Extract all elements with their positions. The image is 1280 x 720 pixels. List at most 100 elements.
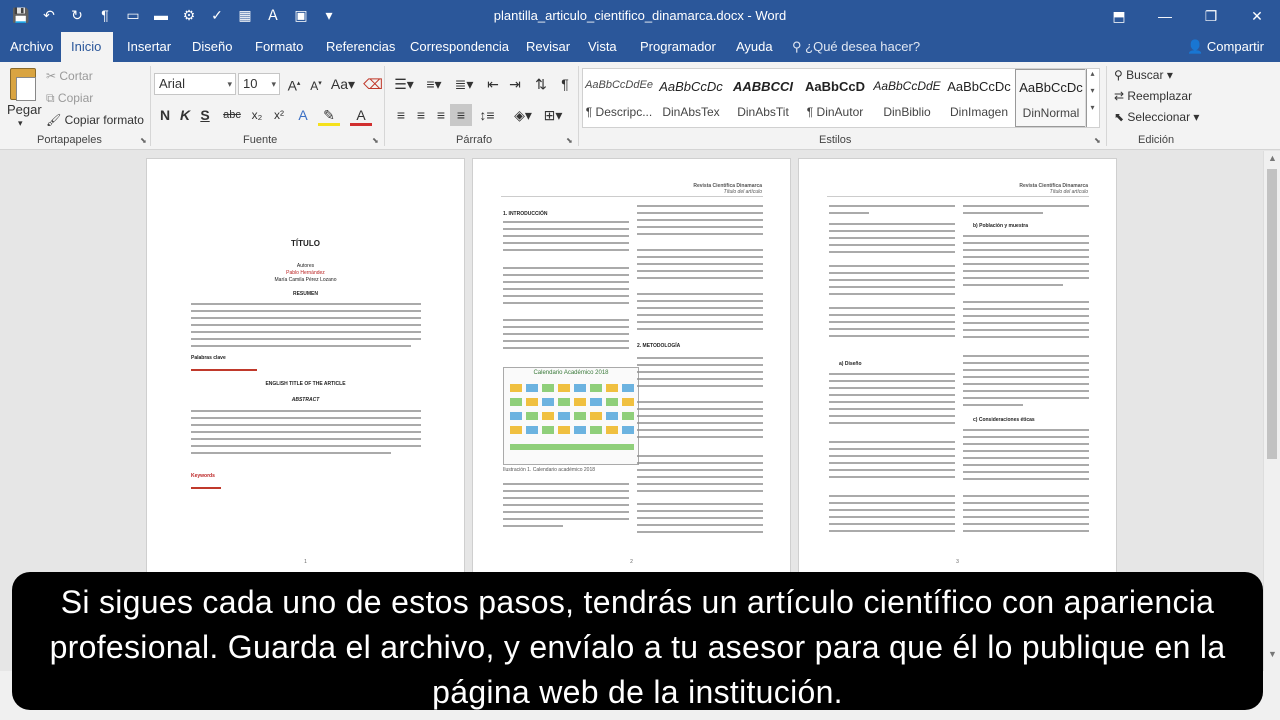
clear-format-icon[interactable]: ⌫ [362, 73, 384, 95]
bold-icon[interactable]: N [154, 104, 176, 126]
font-launcher-icon[interactable]: ⬊ [372, 136, 379, 145]
text-line [829, 516, 955, 518]
style-name: DinNormal [1022, 106, 1080, 120]
page-1[interactable]: TÍTULO Autores Pablo Hernández María Cam… [146, 158, 465, 578]
paper-title: TÍTULO [291, 239, 320, 248]
align-center-icon[interactable]: ≡ [410, 104, 432, 126]
grow-font-icon[interactable]: A▴ [283, 73, 305, 95]
page-2[interactable]: Revista Científica Dinamarca Título del … [472, 158, 791, 578]
paste-icon[interactable] [10, 68, 36, 101]
shrink-font-icon[interactable]: A▾ [305, 73, 327, 95]
tell-me-search[interactable]: ⚲ ¿Qué desea hacer? [792, 32, 920, 62]
share-button[interactable]: 👤 Compartir [1187, 32, 1264, 62]
select-button[interactable]: ⬉ Seleccionar ▾ [1114, 110, 1199, 124]
ribbon-display-icon[interactable]: ⬒ [1096, 0, 1142, 32]
clipboard-launcher-icon[interactable]: ⬊ [140, 136, 147, 145]
minimize-icon[interactable]: — [1142, 0, 1188, 32]
tab-correspondencia[interactable]: Correspondencia [400, 32, 519, 62]
bullets-icon[interactable]: ☰▾ [390, 73, 418, 95]
underline-icon[interactable]: S [194, 104, 216, 126]
cut-button[interactable]: ✂ Cortar [46, 69, 93, 83]
group-label-styles: Estilos [819, 134, 852, 146]
style-descripcion[interactable]: AaBbCcDdEe ¶ Descripc... [583, 69, 655, 127]
text-line [191, 452, 391, 454]
strikethrough-icon[interactable]: abc [218, 104, 246, 126]
tab-archivo[interactable]: Archivo [0, 32, 63, 62]
increase-indent-icon[interactable]: ⇥ [504, 73, 526, 95]
line-spacing-icon[interactable]: ↕≡ [474, 104, 500, 126]
format-painter-button[interactable]: 🖌 Copiar formato [46, 113, 144, 127]
tab-referencias[interactable]: Referencias [316, 32, 405, 62]
show-marks-icon[interactable]: ¶ [554, 73, 576, 95]
borders-icon[interactable]: ⊞▾ [540, 104, 566, 126]
align-right-icon[interactable]: ≡ [430, 104, 452, 126]
tab-ayuda[interactable]: Ayuda [726, 32, 783, 62]
tab-diseno[interactable]: Diseño [182, 32, 242, 62]
style-dinimagen[interactable]: AaBbCcDc DinImagen [943, 69, 1015, 127]
styles-launcher-icon[interactable]: ⬊ [1094, 136, 1101, 145]
paragraph-launcher-icon[interactable]: ⬊ [566, 136, 573, 145]
font-color-icon[interactable]: A [350, 104, 372, 126]
scroll-thumb[interactable] [1267, 169, 1277, 459]
paste-dropdown-icon[interactable]: ▾ [18, 118, 23, 129]
chevron-up-icon[interactable]: ▴ [1086, 69, 1099, 78]
superscript-icon[interactable]: x² [268, 104, 290, 126]
restore-icon[interactable]: ❐ [1188, 0, 1234, 32]
font-size-combo[interactable]: 10 ▾ [238, 73, 280, 95]
text-line [191, 438, 421, 440]
numbering-icon[interactable]: ≡▾ [420, 73, 448, 95]
style-dinnormal[interactable]: AaBbCcDc DinNormal [1015, 69, 1087, 127]
shading-icon[interactable]: ◈▾ [510, 104, 536, 126]
vertical-scrollbar[interactable]: ▲ ▼ [1263, 151, 1280, 671]
style-name: ¶ Descripc... [585, 105, 653, 119]
more-styles-icon[interactable]: ▾ [1086, 103, 1099, 112]
tab-inicio[interactable]: Inicio [61, 32, 113, 62]
tab-revisar[interactable]: Revisar [516, 32, 580, 62]
text-line [503, 483, 629, 485]
multilevel-list-icon[interactable]: ≣▾ [450, 73, 478, 95]
replace-button[interactable]: ⇄ Reemplazar [1114, 89, 1192, 103]
styles-scroll[interactable]: ▴ ▾ ▾ [1085, 69, 1099, 127]
text-line [829, 380, 955, 382]
text-line [963, 495, 1089, 497]
subscript-icon[interactable]: x₂ [246, 104, 268, 126]
text-line [637, 503, 763, 505]
group-separator [150, 66, 151, 146]
group-separator [1106, 66, 1107, 146]
decrease-indent-icon[interactable]: ⇤ [482, 73, 504, 95]
style-dinautor[interactable]: AaBbCcD ¶ DinAutor [799, 69, 871, 127]
text-line [829, 422, 955, 424]
align-left-icon[interactable]: ≡ [390, 104, 412, 126]
page-3[interactable]: Revista Científica Dinamarca Título del … [798, 158, 1117, 578]
change-case-icon[interactable]: Aa▾ [330, 73, 356, 95]
text-line [829, 272, 955, 274]
highlight-icon[interactable]: ✎ [318, 104, 340, 126]
justify-icon[interactable]: ≡ [450, 104, 472, 126]
sort-icon[interactable]: ⇅ [530, 73, 552, 95]
find-button[interactable]: ⚲ Buscar ▾ [1114, 68, 1173, 82]
style-dinabstex[interactable]: AaBbCcDc DinAbsTex [655, 69, 727, 127]
italic-icon[interactable]: K [174, 104, 196, 126]
tab-formato[interactable]: Formato [245, 32, 313, 62]
calendar-cell [574, 384, 586, 392]
author-name: María Camila Pérez Lozano [274, 277, 337, 283]
calendar-cell [574, 398, 586, 406]
tab-vista[interactable]: Vista [578, 32, 627, 62]
text-line [637, 462, 763, 464]
english-title: ENGLISH TITLE OF THE ARTICLE [265, 381, 346, 387]
text-effects-icon[interactable]: A [292, 104, 314, 126]
chevron-down-icon: ▾ [227, 79, 232, 89]
style-dinabstit[interactable]: AABBCCI DinAbsTit [727, 69, 799, 127]
text-line [191, 424, 421, 426]
paste-button[interactable]: Pegar [7, 102, 42, 117]
close-icon[interactable]: ✕ [1234, 0, 1280, 32]
tab-insertar[interactable]: Insertar [117, 32, 181, 62]
styles-gallery: AaBbCcDdEe ¶ Descripc... AaBbCcDc DinAbs… [582, 68, 1100, 128]
tab-programador[interactable]: Programador [630, 32, 726, 62]
chevron-down-icon[interactable]: ▾ [1086, 86, 1099, 95]
scroll-down-icon[interactable]: ▼ [1264, 649, 1280, 659]
copy-button[interactable]: ⧉ Copiar [46, 91, 93, 106]
scroll-up-icon[interactable]: ▲ [1264, 153, 1280, 163]
font-family-combo[interactable]: Arial ▾ [154, 73, 236, 95]
style-dinbiblio[interactable]: AaBbCcDdE DinBiblio [871, 69, 943, 127]
